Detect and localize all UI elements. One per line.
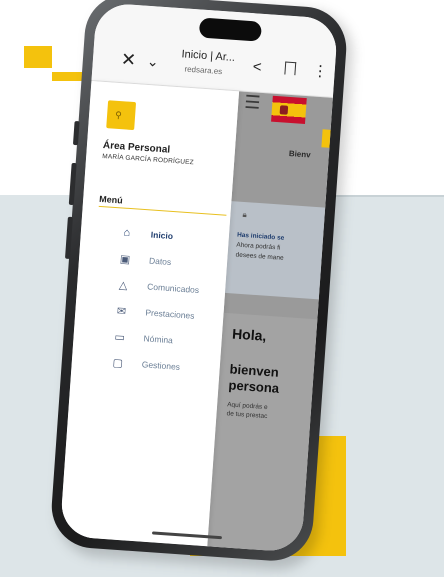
lock-icon: 🔒︎ bbox=[242, 209, 248, 220]
header-welcome-text: Bienv bbox=[288, 148, 311, 160]
sidebar-item-label: Inicio bbox=[150, 229, 174, 242]
notice-text: desees de mane bbox=[235, 251, 284, 262]
welcome-description: de tus prestac bbox=[226, 410, 268, 421]
wallet-icon: ▭ bbox=[114, 330, 126, 344]
user-icon: ⚲ bbox=[114, 109, 123, 121]
menu-divider bbox=[98, 205, 227, 216]
greeting: Hola, bbox=[231, 325, 267, 344]
share-icon[interactable]: < bbox=[252, 58, 262, 76]
avatar[interactable]: ⚲ bbox=[106, 100, 137, 131]
decor-yellow-square bbox=[24, 46, 52, 68]
sidebar-item-label: Datos bbox=[148, 255, 172, 268]
sidebar-item-prestaciones[interactable]: ✉ Prestaciones bbox=[113, 303, 195, 323]
folder-icon: ▢ bbox=[112, 356, 124, 370]
url-text[interactable]: redsara.es bbox=[184, 64, 222, 76]
coat-of-arms bbox=[279, 105, 289, 115]
welcome-description: Aquí podrás e bbox=[226, 401, 268, 412]
welcome-section: Hola, bienven persona Aquí podrás e de t… bbox=[207, 312, 318, 553]
spain-flag-logo bbox=[271, 95, 307, 125]
dynamic-island bbox=[198, 17, 262, 42]
phone-screen: ✕ ⌄ Inicio | Ar... redsara.es < ⋮ ⚲ Área… bbox=[59, 2, 339, 553]
notice-text: Ahora podrás fi bbox=[236, 241, 281, 252]
sidebar-item-inicio[interactable]: ⌂ Inicio bbox=[118, 225, 173, 243]
home-icon: ⌂ bbox=[123, 226, 131, 240]
mail-icon: ✉ bbox=[116, 304, 127, 318]
close-icon[interactable]: ✕ bbox=[120, 49, 136, 70]
bell-icon: △ bbox=[118, 278, 128, 292]
sidebar-item-label: Comunicados bbox=[146, 281, 200, 296]
bookmark-icon[interactable] bbox=[284, 61, 297, 76]
tab-title[interactable]: Inicio | Ar... bbox=[181, 48, 235, 64]
sidebar-item-nomina[interactable]: ▭ Nómina bbox=[111, 329, 173, 347]
web-page: ⚲ Área Personal MARÍA GARCÍA RODRÍGUEZ M… bbox=[59, 81, 339, 553]
menu-title: Menú bbox=[98, 193, 124, 206]
sidebar-item-label: Prestaciones bbox=[145, 307, 195, 321]
more-icon[interactable]: ⋮ bbox=[312, 62, 328, 80]
sidebar-item-datos[interactable]: ▣ Datos bbox=[117, 251, 172, 269]
id-card-icon: ▣ bbox=[119, 252, 131, 266]
user-name: MARÍA GARCÍA RODRÍGUEZ bbox=[101, 152, 195, 167]
chevron-down-icon[interactable]: ⌄ bbox=[146, 53, 159, 70]
notice-title: Has iniciado se bbox=[236, 231, 285, 242]
header-yellow-accent bbox=[321, 129, 339, 150]
welcome-heading: persona bbox=[228, 377, 280, 396]
phone-frame: ✕ ⌄ Inicio | Ar... redsara.es < ⋮ ⚲ Área… bbox=[48, 0, 350, 564]
session-notice: 🔒︎ Has iniciado se Ahora podrás fi desee… bbox=[224, 201, 326, 300]
sidebar-item-label: Nómina bbox=[143, 333, 174, 346]
sidebar-item-label: Gestiones bbox=[141, 359, 181, 372]
sidebar-item-comunicados[interactable]: △ Comunicados bbox=[115, 277, 200, 297]
hamburger-icon[interactable]: ☰ bbox=[244, 92, 261, 114]
phone-action-button bbox=[72, 120, 80, 146]
sidebar-item-gestiones[interactable]: ▢ Gestiones bbox=[109, 355, 180, 374]
phone-volume-up-button bbox=[68, 162, 77, 206]
